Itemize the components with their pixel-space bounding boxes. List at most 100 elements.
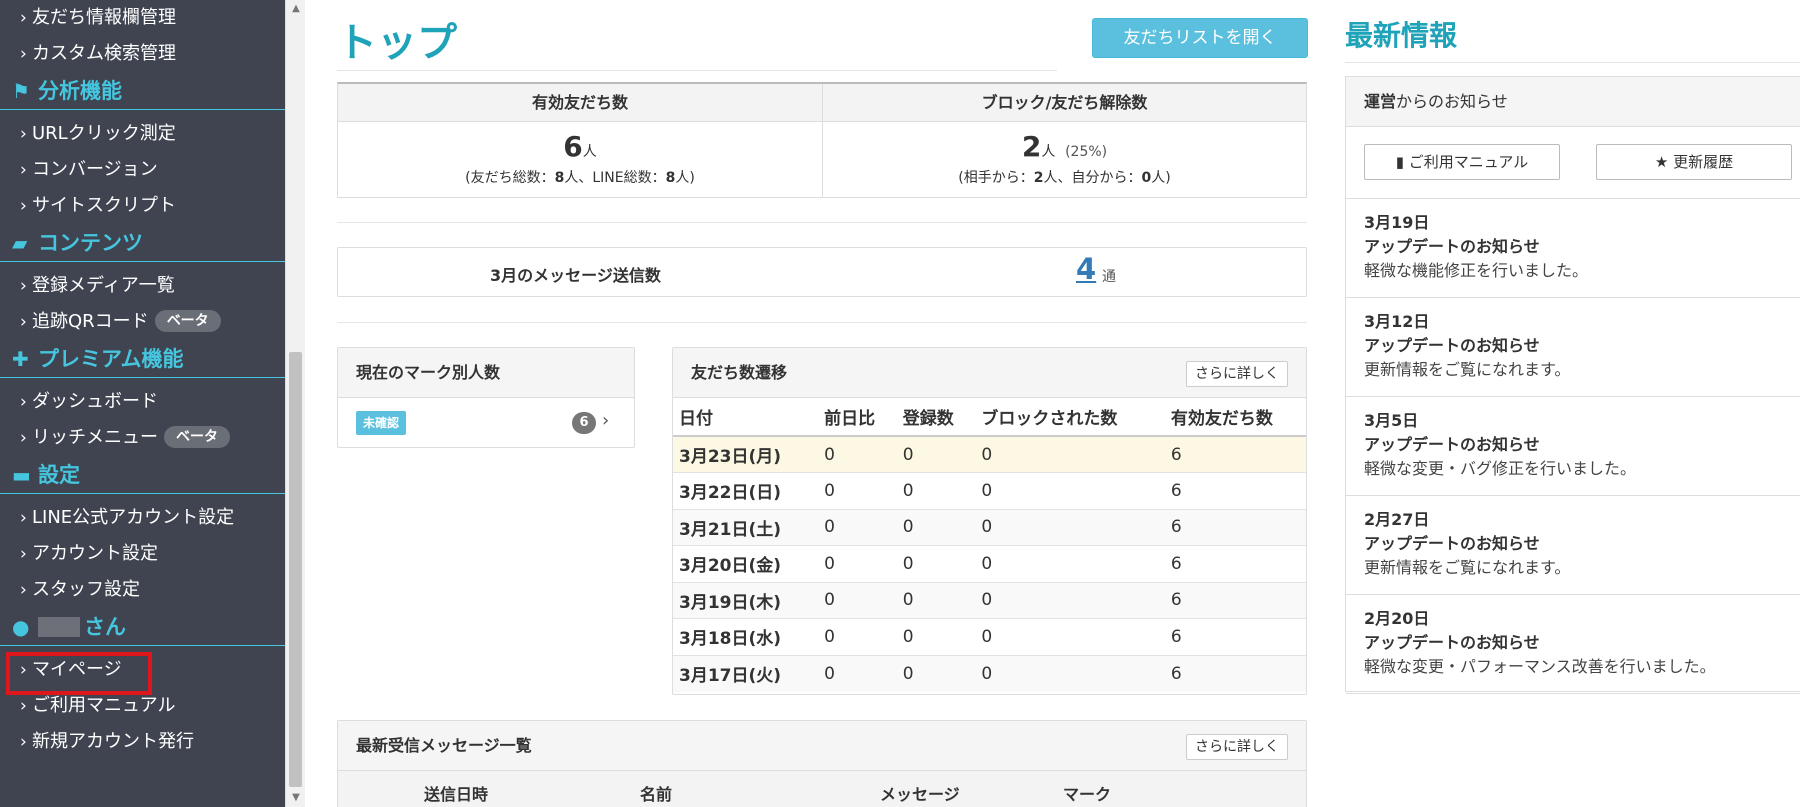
- table-cell: 0: [818, 581, 897, 619]
- sidebar-item-0[interactable]: › 友だち情報欄管理: [0, 0, 285, 36]
- table-cell: 3月22日(日): [673, 472, 819, 509]
- sidebar-item-10[interactable]: › ダッシュボード: [0, 384, 285, 420]
- table-cell: 0: [975, 618, 1165, 655]
- table-cell: 3月17日(火): [673, 654, 819, 692]
- chevron-right-icon: ›: [20, 160, 27, 180]
- marks-panel-title: 現在のマーク別人数: [338, 348, 634, 398]
- news-item-title: アップデートのお知らせ: [1364, 237, 1540, 256]
- table-cell: 0: [896, 435, 976, 473]
- friend-stats: 有効友だち数 ブロック/友だち解除数 6人 (友だち総数：8人、LINE総数：8…: [337, 82, 1307, 198]
- sidebar-item-label: コンバージョン: [32, 159, 158, 180]
- news-date: 3月19日: [1364, 213, 1430, 232]
- sidebar-item-3[interactable]: › URLクリック測定: [0, 116, 285, 152]
- sidebar-item-label: 登録メディア一覧: [32, 275, 175, 296]
- table-row: 3月21日(土) 0 0 0 6: [673, 508, 1306, 546]
- sidebar-item-11[interactable]: › リッチメニュー ベータ: [0, 420, 285, 456]
- col-sent-at: 送信日時: [424, 785, 489, 804]
- update-history-button[interactable]: ★ 更新履歴: [1596, 144, 1792, 180]
- table-cell: 6: [1164, 545, 1306, 582]
- friends-more-button[interactable]: さらに詳しく: [1186, 361, 1288, 387]
- sidebar-item-18[interactable]: › ご利用マニュアル: [0, 688, 285, 724]
- sidebar-item-19[interactable]: › 新規アカウント発行: [0, 724, 285, 760]
- table-cell: 6: [1164, 581, 1306, 619]
- manual-button[interactable]: ▮ ご利用マニュアル: [1364, 144, 1560, 180]
- table-cell: 0: [896, 581, 976, 619]
- news-item-body: 軽微な変更・パフォーマンス改善を行いました。: [1364, 657, 1716, 676]
- chevron-right-icon: ›: [20, 8, 27, 28]
- news-header: 運営からのお知らせ: [1346, 77, 1800, 127]
- col-message: メッセージ: [880, 785, 960, 804]
- book-icon: ▮: [1395, 153, 1404, 171]
- news-item-title: アップデートのお知らせ: [1364, 633, 1540, 652]
- sidebar-item-label: ダッシュボード: [32, 391, 158, 412]
- scroll-up-icon[interactable]: ▲: [286, 0, 306, 18]
- sidebar-item-1[interactable]: › カスタム検索管理: [0, 36, 285, 72]
- friends-col-header: 日付: [673, 398, 819, 437]
- beta-badge: ベータ: [164, 426, 230, 448]
- col-name: 名前: [640, 785, 673, 804]
- sidebar-item-15[interactable]: › スタッフ設定: [0, 572, 285, 608]
- friends-col-header: 前日比: [818, 398, 897, 437]
- scrollbar-thumb[interactable]: [289, 352, 302, 787]
- news-item[interactable]: 2月20日 アップデートのお知らせ 軽微な変更・パフォーマンス改善を行いました。: [1346, 595, 1800, 694]
- section-divider: [337, 322, 1307, 323]
- chevron-right-icon: ›: [20, 580, 27, 600]
- valid-friends-header: 有効友だち数: [338, 84, 822, 122]
- sidebar-section-9: ✚ プレミアム機能: [0, 340, 285, 378]
- open-friends-list-button[interactable]: 友だちリストを開く: [1092, 18, 1308, 58]
- blocked-count: 2: [1021, 130, 1042, 163]
- sidebar-item-label: アカウント設定: [32, 543, 158, 564]
- friends-col-header: 有効友だち数: [1164, 398, 1306, 437]
- chevron-right-icon: ›: [20, 428, 27, 448]
- news-item[interactable]: 3月12日 アップデートのお知らせ 更新情報をご覧になれます。: [1346, 298, 1800, 397]
- marks-panel: 現在のマーク別人数 未確認 6 ›: [337, 347, 635, 448]
- sidebar-section-2: ⚑ 分析機能: [0, 72, 285, 110]
- message-count-link[interactable]: 4: [1076, 252, 1096, 286]
- table-cell: 0: [818, 618, 897, 655]
- sidebar-item-17[interactable]: › マイページ: [0, 652, 285, 688]
- table-cell: 0: [975, 581, 1165, 619]
- news-item[interactable]: 3月5日 アップデートのお知らせ 軽微な変更・バグ修正を行いました。: [1346, 397, 1800, 496]
- table-row: 3月22日(日) 0 0 0 6: [673, 472, 1306, 509]
- messages-more-button[interactable]: さらに詳しく: [1186, 734, 1288, 760]
- table-cell: 3月21日(土): [673, 508, 819, 546]
- redacted-name: [38, 617, 80, 637]
- sidebar-item-14[interactable]: › アカウント設定: [0, 536, 285, 572]
- news-divider: [1345, 62, 1800, 63]
- sidebar-item-13[interactable]: › LINE公式アカウント設定: [0, 500, 285, 536]
- table-cell: 0: [896, 654, 976, 692]
- beta-badge: ベータ: [154, 310, 221, 332]
- scroll-down-icon[interactable]: ▼: [286, 789, 306, 807]
- sidebar-item-8[interactable]: › 追跡QRコード ベータ: [0, 304, 285, 340]
- sidebar-scrollbar[interactable]: ▲ ▼: [285, 0, 305, 807]
- sidebar-item-4[interactable]: › コンバージョン: [0, 152, 285, 188]
- chevron-right-icon[interactable]: ›: [602, 410, 609, 431]
- news-item-body: 更新情報をご覧になれます。: [1364, 360, 1571, 379]
- table-cell: 0: [896, 508, 976, 546]
- chevron-right-icon: ›: [20, 508, 27, 528]
- sidebar-item-5[interactable]: › サイトスクリプト: [0, 188, 285, 224]
- sidebar-section-label: さん: [84, 615, 126, 639]
- friends-transition-panel: 友だち数遷移 さらに詳しく 日付 前日比 登録数 ブロックされた数 有効友だち数 3月2…: [672, 347, 1307, 695]
- table-cell: 0: [896, 472, 976, 509]
- table-cell: 6: [1164, 654, 1306, 692]
- news-title: 最新情報: [1345, 19, 1458, 52]
- sidebar-item-label: 追跡QRコード: [32, 311, 149, 332]
- title-divider: [337, 70, 1057, 71]
- latest-messages-title: 最新受信メッセージ一覧: [356, 736, 532, 755]
- table-cell: 0: [896, 618, 976, 655]
- sidebar-item-label: カスタム検索管理: [32, 43, 176, 64]
- sidebar-item-7[interactable]: › 登録メディア一覧: [0, 268, 285, 304]
- mark-row-unconfirmed[interactable]: 未確認 6 ›: [338, 398, 634, 448]
- table-cell: 3月19日(木): [673, 581, 819, 619]
- table-cell: 0: [818, 654, 897, 692]
- table-cell: 3月20日(金): [673, 545, 819, 582]
- chevron-right-icon: ›: [20, 276, 27, 296]
- sidebar-item-label: ご利用マニュアル: [32, 695, 176, 716]
- valid-unit: 人: [582, 144, 597, 160]
- news-item[interactable]: 3月19日 アップデートのお知らせ 軽微な機能修正を行いました。: [1346, 199, 1800, 298]
- news-item[interactable]: 2月27日 アップデートのお知らせ 更新情報をご覧になれます。: [1346, 496, 1800, 595]
- table-cell: 6: [1164, 618, 1306, 655]
- table-cell: 0: [975, 472, 1165, 509]
- section-divider: [337, 222, 1307, 223]
